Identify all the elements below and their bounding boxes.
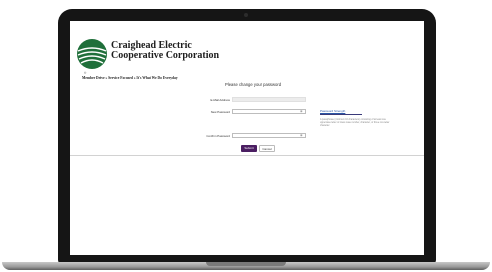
brand-line-2: Cooperative Corporation (111, 50, 220, 61)
form-heading: Please change your password (225, 82, 282, 87)
password-requirements-link[interactable]: Password Strength (320, 109, 345, 113)
eye-icon[interactable]: ◉ (300, 134, 304, 137)
registered-mark: ® (84, 71, 87, 75)
email-field[interactable] (232, 97, 306, 102)
confirm-password-input[interactable] (232, 133, 306, 138)
submit-button[interactable]: Submit (241, 145, 257, 152)
laptop-frame: Craighead Electric Cooperative Corporati… (58, 9, 436, 264)
strength-meter (320, 114, 362, 115)
new-password-input[interactable] (232, 109, 306, 114)
password-requirements-note: A passphrase (minimum 16 characters) con… (320, 119, 390, 127)
confirm-password-label: Confirm Password (206, 134, 230, 138)
new-password-label: New Password (210, 110, 230, 114)
logo-globe-icon (77, 39, 107, 69)
browser-screen: Craighead Electric Cooperative Corporati… (70, 21, 424, 255)
laptop-notch (206, 262, 286, 266)
camera (244, 13, 248, 17)
email-label: E-Mail Address (210, 98, 230, 102)
cancel-button[interactable]: Cancel (259, 145, 275, 152)
tagline-breadcrumb: Member Drive » Service Focused » It's Wh… (82, 76, 178, 80)
eye-icon[interactable]: ◉ (300, 110, 304, 113)
page-divider (70, 155, 424, 156)
brand-name: Craighead Electric Cooperative Corporati… (111, 41, 219, 61)
